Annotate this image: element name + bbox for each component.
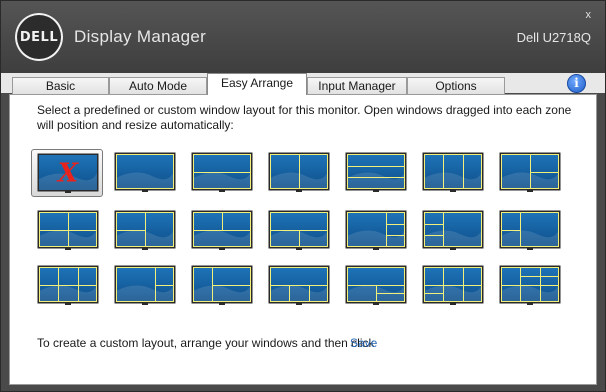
layout-bottom-split[interactable] (268, 210, 330, 250)
layout-big-right-left-2[interactable] (499, 210, 561, 250)
layout-none[interactable]: X (31, 149, 103, 197)
info-icon[interactable]: i (567, 74, 586, 93)
layout-3-rows[interactable] (345, 152, 407, 192)
tab-basic[interactable]: Basic (12, 77, 109, 94)
layout-preview-full (114, 152, 176, 192)
layout-preview-eight-grid (499, 265, 561, 305)
layout-preview-nine-grid-mix (422, 265, 484, 305)
logo-text: DELL (19, 29, 59, 45)
layout-preview-3-cols (422, 152, 484, 192)
layout-left-3-big-right[interactable] (422, 210, 484, 250)
layout-2-cols[interactable] (268, 152, 330, 192)
layout-preview-left-half-split (114, 210, 176, 250)
layout-preview-top-bottom-3 (268, 265, 330, 305)
layout-six-grid[interactable] (37, 265, 99, 305)
layout-full[interactable] (114, 152, 176, 192)
tab-options[interactable]: Options (407, 77, 505, 94)
layout-grid: X (10, 95, 596, 335)
layout-top-bottom-3[interactable] (268, 265, 330, 305)
layout-preview-bottom-split (268, 210, 330, 250)
layout-left-right-split[interactable] (499, 152, 561, 192)
layout-preview-six-grid (37, 265, 99, 305)
layout-preview-bottom-pair-right-3 (345, 265, 407, 305)
layout-2-rows[interactable] (191, 152, 253, 192)
layout-big-left-right-3[interactable] (345, 210, 407, 250)
layout-preview-top-split (191, 210, 253, 250)
layout-nine-grid-mix[interactable] (422, 265, 484, 305)
layout-preview-left-right-split (499, 152, 561, 192)
tab-auto-mode[interactable]: Auto Mode (109, 77, 207, 94)
layout-preview-big-left-right-3 (345, 210, 407, 250)
layout-preview-big-right-left-2 (499, 210, 561, 250)
footer-text: To create a custom layout, arrange your … (37, 336, 375, 350)
layout-preview-narrow-left-right-2 (191, 265, 253, 305)
app-title: Display Manager (74, 27, 207, 46)
no-layout-x-mark: X (56, 159, 80, 189)
layout-eight-grid[interactable] (499, 265, 561, 305)
layout-quad[interactable] (37, 210, 99, 250)
layout-preview-left-3-big-right (422, 210, 484, 250)
layout-preview-wide-left-right-2 (114, 265, 176, 305)
layout-preview-2-rows (191, 152, 253, 192)
layout-narrow-left-right-2[interactable] (191, 265, 253, 305)
title-bar: DELL Display Manager Dell U2718Q x (1, 1, 605, 73)
close-icon[interactable]: x (586, 9, 592, 21)
layout-left-half-split[interactable] (114, 210, 176, 250)
layout-preview-3-rows (345, 152, 407, 192)
layout-top-split[interactable] (191, 210, 253, 250)
layout-3-cols[interactable] (422, 152, 484, 192)
tab-input-manager[interactable]: Input Manager (307, 77, 407, 94)
display-manager-window: DELL Display Manager Dell U2718Q x Basic… (0, 0, 606, 392)
layout-preview-2-cols (268, 152, 330, 192)
save-link[interactable]: Save (350, 336, 377, 350)
layout-preview-quad (37, 210, 99, 250)
easy-arrange-panel: Select a predefined or custom window lay… (9, 94, 597, 385)
monitor-name: Dell U2718Q (516, 30, 591, 45)
layout-wide-left-right-2[interactable] (114, 265, 176, 305)
layout-bottom-pair-right-3[interactable] (345, 265, 407, 305)
tab-easy-arrange[interactable]: Easy Arrange (207, 73, 307, 95)
layout-preview-none: X (37, 153, 99, 193)
dell-logo: DELL (15, 13, 63, 61)
